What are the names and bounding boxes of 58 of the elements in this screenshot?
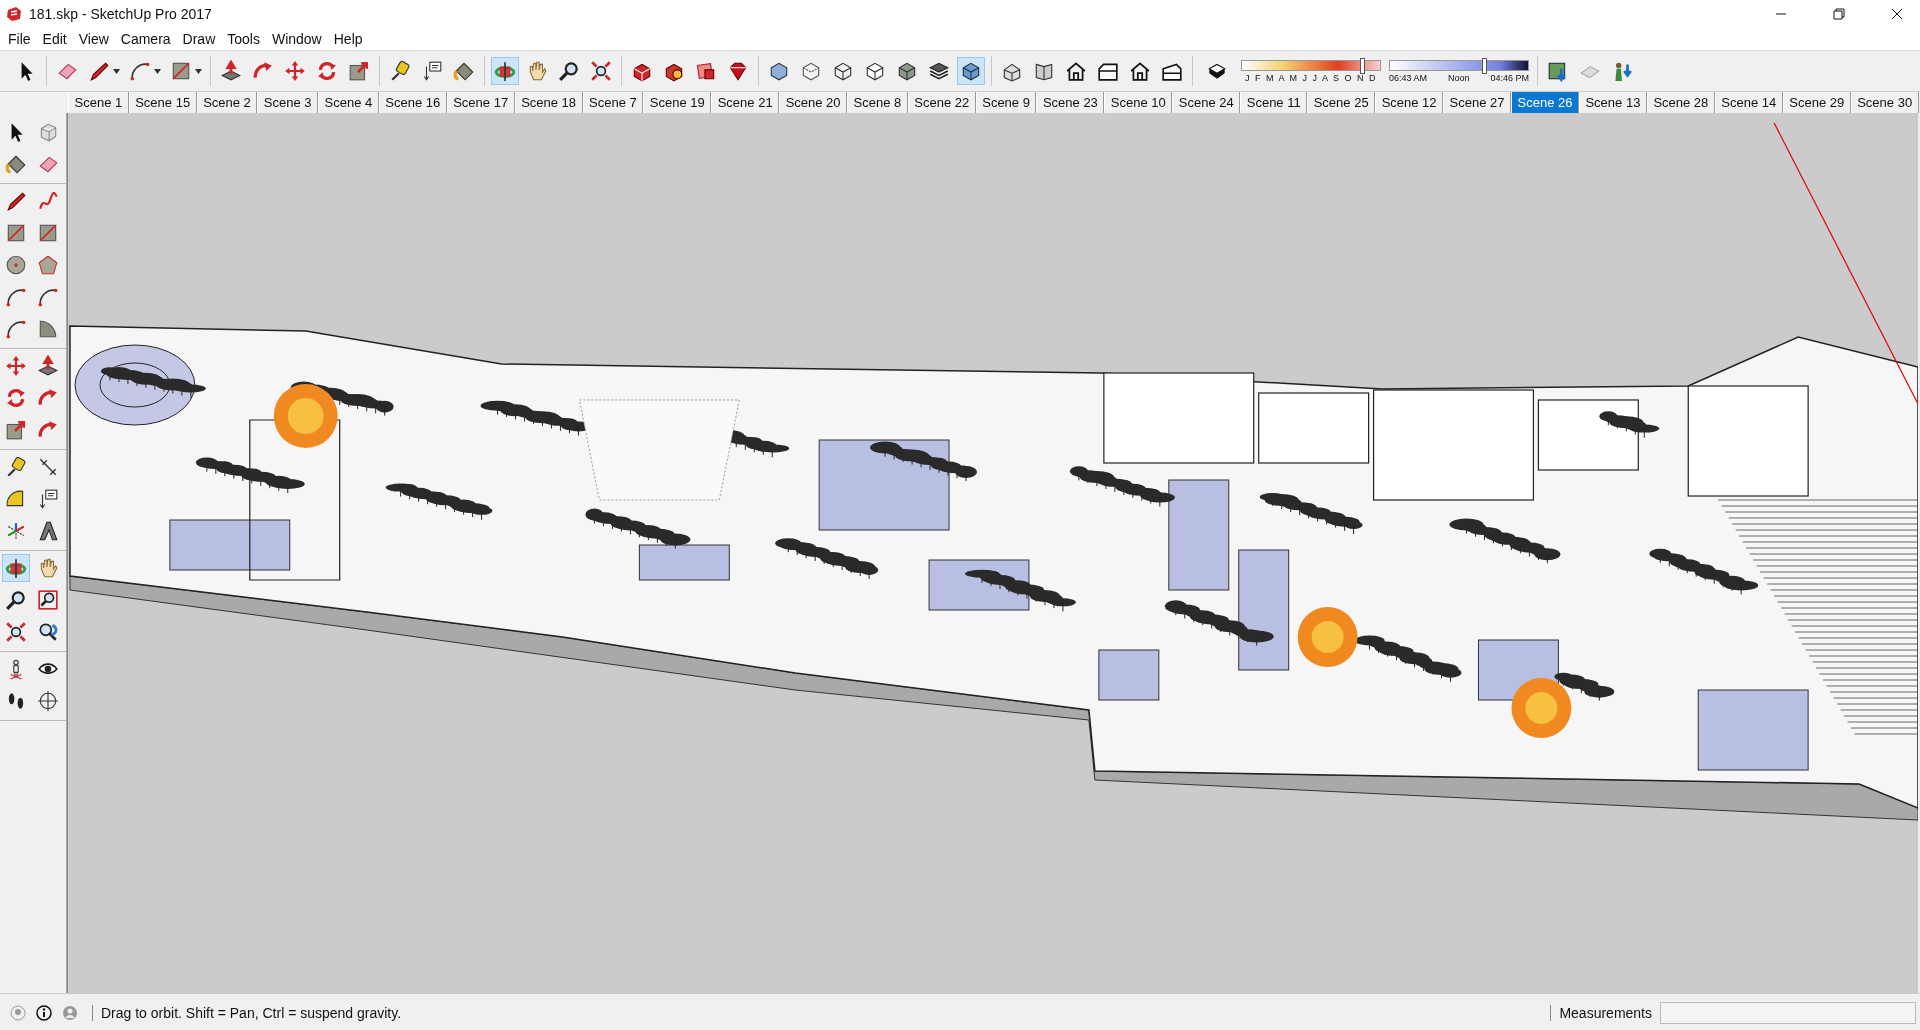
scene-tab[interactable]: Scene 11 xyxy=(1240,92,1308,113)
caret-icon[interactable] xyxy=(195,68,202,74)
close-icon[interactable] xyxy=(1891,8,1903,20)
menu-item[interactable]: File xyxy=(2,31,37,47)
scene-tab[interactable]: Scene 1 xyxy=(68,92,129,113)
slider-thumb[interactable] xyxy=(1360,57,1366,74)
app-logo-icon xyxy=(6,6,22,22)
scene-tab[interactable]: Scene 28 xyxy=(1646,92,1715,113)
scene-tab[interactable]: Scene 12 xyxy=(1375,92,1444,113)
scene-tab[interactable]: Scene 24 xyxy=(1172,92,1241,113)
orbit-icon[interactable] xyxy=(2,554,30,582)
caret-icon[interactable] xyxy=(154,68,161,74)
scene-tab[interactable]: Scene 27 xyxy=(1443,92,1511,113)
time-slider[interactable] xyxy=(1389,59,1529,71)
orbit-icon[interactable] xyxy=(491,57,519,85)
scene-tab[interactable]: Scene 4 xyxy=(318,92,379,113)
time-label: Noon xyxy=(1448,72,1470,83)
scene-tab[interactable]: Scene 21 xyxy=(711,92,780,113)
scene-tab[interactable]: Scene 14 xyxy=(1714,92,1783,113)
time-label: 06:43 AM xyxy=(1389,72,1428,83)
restore-icon[interactable] xyxy=(1833,8,1845,20)
window-title: 181.skp - SketchUp Pro 2017 xyxy=(29,6,213,22)
scene-tab[interactable]: Scene 29 xyxy=(1782,92,1851,113)
scene-tab[interactable]: Scene 7 xyxy=(582,92,644,113)
scene-tab[interactable]: Scene 15 xyxy=(128,92,197,113)
scene-tab[interactable]: Scene 8 xyxy=(847,92,908,113)
menu-item[interactable]: Tools xyxy=(221,31,266,47)
scene-tab[interactable]: Scene 22 xyxy=(907,92,976,113)
scene-tab[interactable]: Scene 18 xyxy=(514,92,583,113)
menu-item[interactable]: Help xyxy=(327,31,369,47)
slider-thumb[interactable] xyxy=(1481,57,1487,74)
solid-cube-icon[interactable] xyxy=(957,57,985,85)
scene-tab[interactable]: Scene 30 xyxy=(1850,92,1919,113)
viewport[interactable] xyxy=(67,113,1920,993)
scene-tab[interactable]: Scene 10 xyxy=(1104,92,1173,113)
month-labels: J F M A M J J A S O N D xyxy=(1244,72,1377,83)
scene-tab[interactable]: Scene 23 xyxy=(1036,92,1105,113)
scene-tab[interactable]: Scene 16 xyxy=(378,92,447,113)
menu-item[interactable]: Draw xyxy=(176,31,222,47)
scene-tab[interactable]: Scene 26 xyxy=(1511,92,1579,113)
scene-tab[interactable]: Scene 2 xyxy=(196,92,258,113)
menu-item[interactable]: Window xyxy=(265,31,328,47)
scene-tab[interactable]: Scene 17 xyxy=(446,92,515,113)
caret-icon[interactable] xyxy=(113,68,120,74)
menu-item[interactable]: Camera xyxy=(114,31,177,47)
scene-tab[interactable]: Scene 9 xyxy=(975,92,1037,113)
menu-item[interactable]: View xyxy=(72,31,115,47)
status-hint: Drag to orbit. Shift = Pan, Ctrl = suspend gravity. xyxy=(92,1004,1551,1021)
scene-tab[interactable]: Scene 13 xyxy=(1578,92,1647,113)
scene-tab[interactable]: Scene 3 xyxy=(257,92,319,113)
measurements-field[interactable] xyxy=(1660,1001,1916,1024)
time-label: 04:46 PM xyxy=(1490,72,1529,83)
scene-tab[interactable]: Scene 20 xyxy=(779,92,848,113)
scene-tab[interactable]: Scene 19 xyxy=(643,92,712,113)
month-slider[interactable] xyxy=(1241,59,1381,71)
info-icon[interactable] xyxy=(36,1004,52,1021)
scene-tab[interactable]: Scene 25 xyxy=(1307,92,1376,113)
menu-item[interactable]: Edit xyxy=(36,31,73,47)
